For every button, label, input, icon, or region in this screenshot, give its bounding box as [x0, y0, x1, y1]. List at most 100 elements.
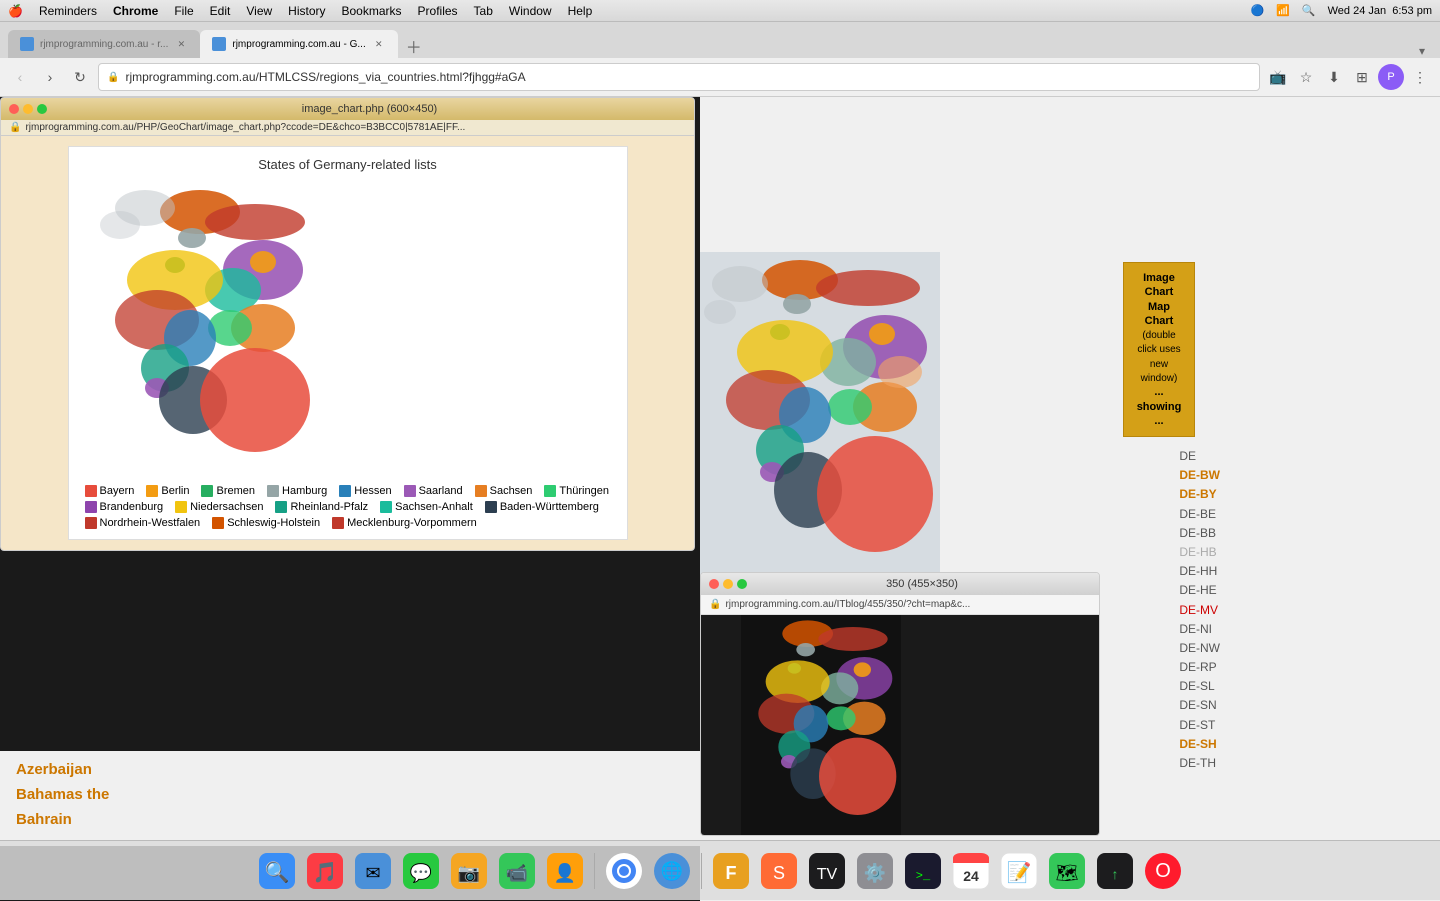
state-code-DE-SN[interactable]: DE-SN	[1179, 696, 1220, 715]
new-tab-button[interactable]: ＋	[402, 34, 426, 58]
tab-close-1[interactable]: ✕	[174, 37, 188, 51]
bluetooth-icon: 🔵	[1251, 4, 1265, 17]
menu-file[interactable]: File	[174, 4, 193, 18]
tab-1[interactable]: rjmprogramming.com.au - r... ✕	[8, 30, 200, 58]
menu-reminders[interactable]: Reminders	[39, 4, 97, 18]
legend-color-mecklenburg	[332, 517, 344, 529]
sidebar-icon[interactable]: ⊞	[1350, 65, 1374, 89]
legend-color-bayern	[85, 485, 97, 497]
tooltip-url-bar[interactable]: 🔒 rjmprogramming.com.au/PHP/GeoChart/ima…	[1, 120, 694, 136]
dock-reminders[interactable]: 📝	[998, 850, 1040, 892]
dock-calendar[interactable]: 24	[950, 850, 992, 892]
menu-history[interactable]: History	[288, 4, 325, 18]
menu-window[interactable]: Window	[509, 4, 552, 18]
state-code-DE-BW[interactable]: DE-BW	[1179, 466, 1220, 485]
apple-menu[interactable]: 🍎	[8, 4, 23, 18]
menu-help[interactable]: Help	[568, 4, 593, 18]
state-code-DE-BE[interactable]: DE-BE	[1179, 505, 1220, 524]
svg-text:🔍: 🔍	[265, 859, 290, 884]
popup-maximize-dot[interactable]	[737, 579, 747, 589]
dock-stocks[interactable]: ↑	[1094, 850, 1136, 892]
menu-profiles[interactable]: Profiles	[418, 4, 458, 18]
dock-messages[interactable]: 💬	[400, 850, 442, 892]
tab-bar: rjmprogramming.com.au - r... ✕ rjmprogra…	[0, 22, 1440, 58]
legend-color-berlin	[146, 485, 158, 497]
svg-text:S: S	[773, 863, 785, 883]
popup-window-title: 350 (455×350)	[753, 578, 1091, 590]
state-code-DE[interactable]: DE	[1179, 447, 1220, 466]
tab-close-2[interactable]: ✕	[372, 37, 386, 51]
menu-bookmarks[interactable]: Bookmarks	[342, 4, 402, 18]
state-code-DE-NI[interactable]: DE-NI	[1179, 620, 1220, 639]
image-chart-widget[interactable]: ImageChartMapChart(doubleclick usesnewwi…	[1123, 262, 1195, 437]
tooltip-popup: image_chart.php (600×450) 🔒 rjmprogrammi…	[0, 97, 695, 551]
menu-chrome[interactable]: Chrome	[113, 4, 158, 18]
map-card-title: States of Germany-related lists	[85, 157, 611, 172]
link-bahamas[interactable]: Bahamas the	[16, 786, 684, 803]
state-code-DE-NW[interactable]: DE-NW	[1179, 639, 1220, 658]
download-icon[interactable]: ⬇	[1322, 65, 1346, 89]
menu-view[interactable]: View	[246, 4, 272, 18]
dock-systemprefs[interactable]: ⚙️	[854, 850, 896, 892]
forward-button[interactable]: ›	[38, 65, 62, 89]
dock-contacts[interactable]: 👤	[544, 850, 586, 892]
bookmark-icon[interactable]: ☆	[1294, 65, 1318, 89]
menu-edit[interactable]: Edit	[210, 4, 231, 18]
state-code-DE-HB[interactable]: DE-HB	[1179, 543, 1220, 562]
dock-music[interactable]: 🎵	[304, 850, 346, 892]
dock-sublime[interactable]: S	[758, 850, 800, 892]
minimize-dot[interactable]	[23, 104, 33, 114]
state-code-DE-SH[interactable]: DE-SH	[1179, 735, 1220, 754]
dock-maps[interactable]: 🗺	[1046, 850, 1088, 892]
cast-icon[interactable]: 📺	[1266, 65, 1290, 89]
legend-item-hessen: Hessen	[339, 485, 391, 497]
dock-facetime[interactable]: 📹	[496, 850, 538, 892]
maximize-dot[interactable]	[37, 104, 47, 114]
page-content-area: Azerbaijan Bahamas the Bahrain	[0, 751, 700, 846]
state-code-DE-HH[interactable]: DE-HH	[1179, 562, 1220, 581]
popup-minimize-dot[interactable]	[723, 579, 733, 589]
link-azerbaijan[interactable]: Azerbaijan	[16, 761, 684, 778]
dock-terminal[interactable]: >_	[902, 850, 944, 892]
profile-avatar[interactable]: P	[1378, 64, 1404, 90]
state-code-DE-ST[interactable]: DE-ST	[1179, 716, 1220, 735]
dock-filezilla[interactable]: F	[710, 850, 752, 892]
popup-url-bar[interactable]: 🔒 rjmprogramming.com.au/ITblog/455/350/?…	[701, 595, 1099, 615]
dock-opera[interactable]: O	[1142, 850, 1184, 892]
reload-button[interactable]: ↻	[68, 65, 92, 89]
menu-tab[interactable]: Tab	[474, 4, 493, 18]
tab-2[interactable]: rjmprogramming.com.au - G... ✕	[200, 30, 397, 58]
popup-close-dot[interactable]	[709, 579, 719, 589]
legend-item-hamburg: Hamburg	[267, 485, 327, 497]
dock-photos[interactable]: 📷	[448, 850, 490, 892]
state-code-DE-SL[interactable]: DE-SL	[1179, 677, 1220, 696]
tab-overflow-button[interactable]: ▾	[1412, 44, 1432, 58]
popup-germany-svg	[701, 615, 941, 835]
tooltip-title: image_chart.php (600×450)	[53, 103, 686, 115]
legend-label-badenwürtt: Baden-Württemberg	[500, 501, 599, 513]
state-code-DE-BB[interactable]: DE-BB	[1179, 524, 1220, 543]
state-code-DE-BY[interactable]: DE-BY	[1179, 485, 1220, 504]
dock-mail[interactable]: ✉	[352, 850, 394, 892]
dock-finder[interactable]: 🔍	[256, 850, 298, 892]
back-button[interactable]: ‹	[8, 65, 32, 89]
dock-safari[interactable]: 🌐	[651, 850, 693, 892]
germany-map	[85, 180, 325, 475]
menu-bar: 🍎 Reminders Chrome File Edit View Histor…	[0, 0, 1440, 22]
map-content	[85, 180, 611, 475]
state-codes-list: DE DE-BW DE-BY DE-BE DE-BB DE-HB DE-HH D…	[1179, 447, 1220, 773]
legend-item-schleswig: Schleswig-Holstein	[212, 517, 320, 529]
legend-item-niedersachsen: Niedersachsen	[175, 501, 263, 513]
url-bar[interactable]: 🔒 rjmprogramming.com.au/HTMLCSS/regions_…	[98, 63, 1260, 91]
state-code-DE-MV[interactable]: DE-MV	[1179, 601, 1220, 620]
legend-item-sachsen: Sachsen	[475, 485, 533, 497]
state-code-DE-HE[interactable]: DE-HE	[1179, 581, 1220, 600]
dock-appletv[interactable]: TV	[806, 850, 848, 892]
close-dot[interactable]	[9, 104, 19, 114]
svg-text:F: F	[726, 863, 737, 883]
link-bahrain[interactable]: Bahrain	[16, 811, 684, 828]
dock-chrome[interactable]	[603, 850, 645, 892]
menu-icon[interactable]: ⋮	[1408, 65, 1432, 89]
state-code-DE-TH[interactable]: DE-TH	[1179, 754, 1220, 773]
state-code-DE-RP[interactable]: DE-RP	[1179, 658, 1220, 677]
